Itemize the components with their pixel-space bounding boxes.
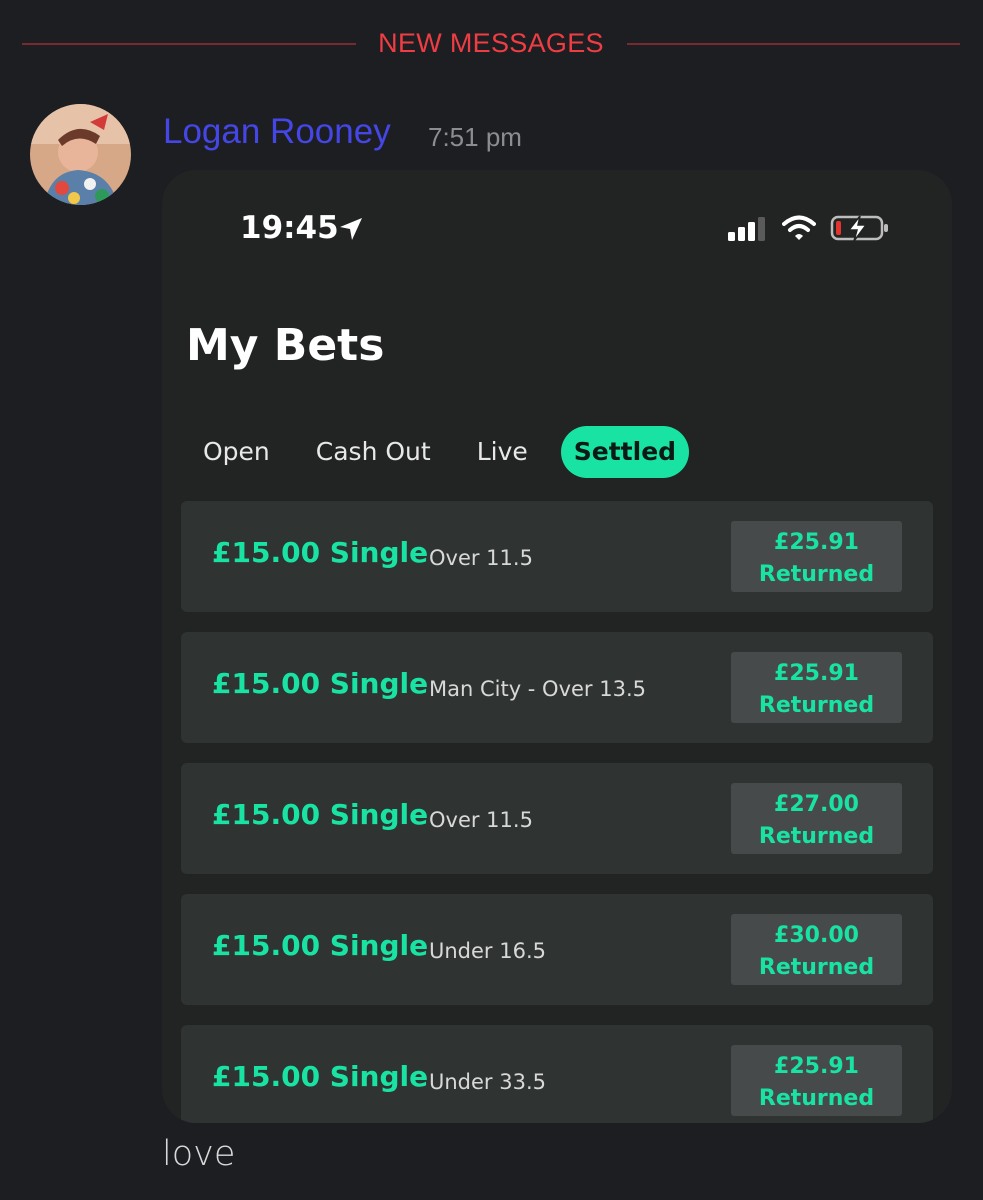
author-name[interactable]: Logan Rooney [163,112,391,152]
tab-cash-out[interactable]: Cash Out [303,426,444,478]
bet-selection: Over 11.5 [429,808,533,832]
location-arrow-icon [340,218,362,240]
bet-amount: £15.00 Single [212,536,429,569]
returned-badge: £25.91 Returned [731,521,902,592]
returned-value: £27.00 [774,792,859,817]
bet-card[interactable]: £15.00 Single Under 33.5 £25.91 Returned [181,1025,933,1123]
returned-badge: £30.00 Returned [731,914,902,985]
bet-list: £15.00 Single Over 11.5 £25.91 Returned … [181,501,933,1123]
wifi-icon [782,215,816,240]
returned-value: £30.00 [774,923,859,948]
message-text: love [162,1134,236,1174]
bet-amount: £15.00 Single [212,667,429,700]
new-messages-divider: NEW MESSAGES [22,24,960,64]
message-timestamp: 7:51 pm [428,122,522,152]
returned-label: Returned [758,693,875,718]
bet-amount: £15.00 Single [212,1060,429,1093]
avatar[interactable] [30,104,131,205]
tab-open[interactable]: Open [190,426,283,478]
bet-amount: £15.00 Single [212,798,429,831]
bet-card[interactable]: £15.00 Single Over 11.5 £25.91 Returned [181,501,933,612]
tab-live[interactable]: Live [464,426,541,478]
status-time: 19:45 [240,210,339,246]
bet-amount: £15.00 Single [212,929,429,962]
bet-card[interactable]: £15.00 Single Man City - Over 13.5 £25.9… [181,632,933,743]
returned-value: £25.91 [774,661,859,686]
bet-selection: Under 16.5 [429,939,546,963]
returned-label: Returned [758,562,875,587]
tab-settled[interactable]: Settled [560,426,690,478]
returned-value: £25.91 [774,530,859,555]
returned-label: Returned [758,955,875,980]
avatar-image [30,104,131,205]
divider-line-right [627,43,960,45]
bet-card[interactable]: £15.00 Single Over 11.5 £27.00 Returned [181,763,933,874]
attached-screenshot[interactable]: 19:45 My Bets Open Cash Out Live Settled… [162,170,952,1123]
returned-badge: £27.00 Returned [731,783,902,854]
page-title: My Bets [186,320,385,371]
returned-label: Returned [758,1086,875,1111]
battery-charging-icon [830,215,888,242]
signal-icon [728,217,765,241]
bet-selection: Man City - Over 13.5 [429,677,647,701]
returned-badge: £25.91 Returned [731,1045,902,1116]
returned-badge: £25.91 Returned [731,652,902,723]
bet-selection: Over 11.5 [429,546,533,570]
bet-selection: Under 33.5 [429,1070,546,1094]
bet-tabs: Open Cash Out Live Settled [190,426,690,478]
returned-value: £25.91 [774,1054,859,1079]
bet-card[interactable]: £15.00 Single Under 16.5 £30.00 Returned [181,894,933,1005]
returned-label: Returned [758,824,875,849]
